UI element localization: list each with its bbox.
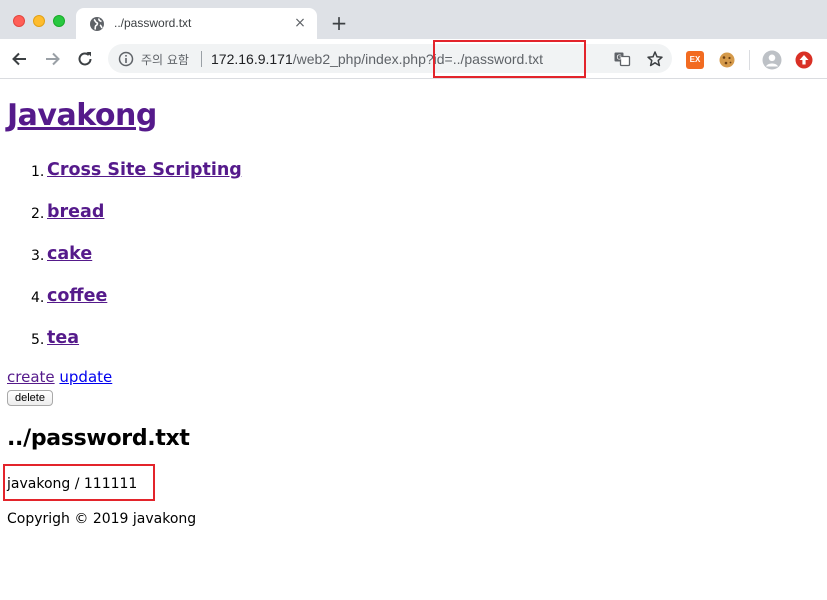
bookmark-star-icon[interactable]: [646, 50, 664, 68]
extension-ex-icon[interactable]: EX: [686, 51, 704, 69]
url-highlight-box: [433, 40, 586, 78]
topic-number: 3.: [31, 248, 45, 264]
security-label[interactable]: 주의 요함: [141, 51, 189, 68]
topic-link-tea[interactable]: tea: [47, 328, 79, 348]
close-tab-icon[interactable]: ×: [291, 14, 309, 32]
forward-arrow-icon[interactable]: [42, 49, 62, 69]
update-arrow-icon[interactable]: [795, 51, 813, 69]
address-bar[interactable]: 주의 요함 172.16.9.171/web2_php/index.php?id…: [108, 44, 672, 73]
page-content: Javakong 1. Cross Site Scripting 2. brea…: [0, 79, 827, 600]
create-link[interactable]: create: [7, 368, 55, 386]
url-host: 172.16.9.171: [211, 51, 293, 67]
cookie-icon[interactable]: [718, 51, 736, 69]
browser-toolbar: 주의 요함 172.16.9.171/web2_php/index.php?id…: [0, 39, 827, 79]
delete-button[interactable]: delete: [7, 390, 53, 406]
window-maximize-button[interactable]: [53, 15, 65, 27]
tab-title: ../password.txt: [114, 16, 192, 30]
site-title-link[interactable]: Javakong: [7, 98, 157, 133]
omnibox-divider: [201, 51, 202, 67]
translate-icon[interactable]: G: [613, 50, 631, 68]
footer-copyright: Copyrigh © 2019 javakong: [7, 511, 197, 527]
topic-number: 4.: [31, 290, 45, 306]
toolbar-divider: [749, 50, 750, 70]
topic-number: 1.: [31, 164, 45, 180]
topic-link-coffee[interactable]: coffee: [47, 286, 107, 306]
topic-number: 2.: [31, 206, 45, 222]
tab-bar: ../password.txt × +: [0, 0, 827, 39]
update-link[interactable]: update: [59, 368, 112, 386]
document-title: ../password.txt: [7, 426, 190, 451]
globe-icon: [90, 17, 104, 31]
info-icon[interactable]: [118, 51, 134, 67]
action-links: create update: [7, 368, 112, 386]
new-tab-button[interactable]: +: [329, 13, 349, 33]
back-arrow-icon[interactable]: [10, 49, 30, 69]
browser-tab[interactable]: ../password.txt ×: [76, 8, 317, 39]
topic-link-cake[interactable]: cake: [47, 244, 92, 264]
reload-icon[interactable]: [75, 49, 95, 69]
window-close-button[interactable]: [13, 15, 25, 27]
svg-text:G: G: [617, 54, 622, 62]
window-minimize-button[interactable]: [33, 15, 45, 27]
content-highlight-box: [3, 464, 155, 501]
topic-number: 5.: [31, 332, 45, 348]
profile-avatar-icon[interactable]: [762, 50, 782, 70]
topic-link-bread[interactable]: bread: [47, 202, 104, 222]
topic-link-xss[interactable]: Cross Site Scripting: [47, 160, 242, 180]
